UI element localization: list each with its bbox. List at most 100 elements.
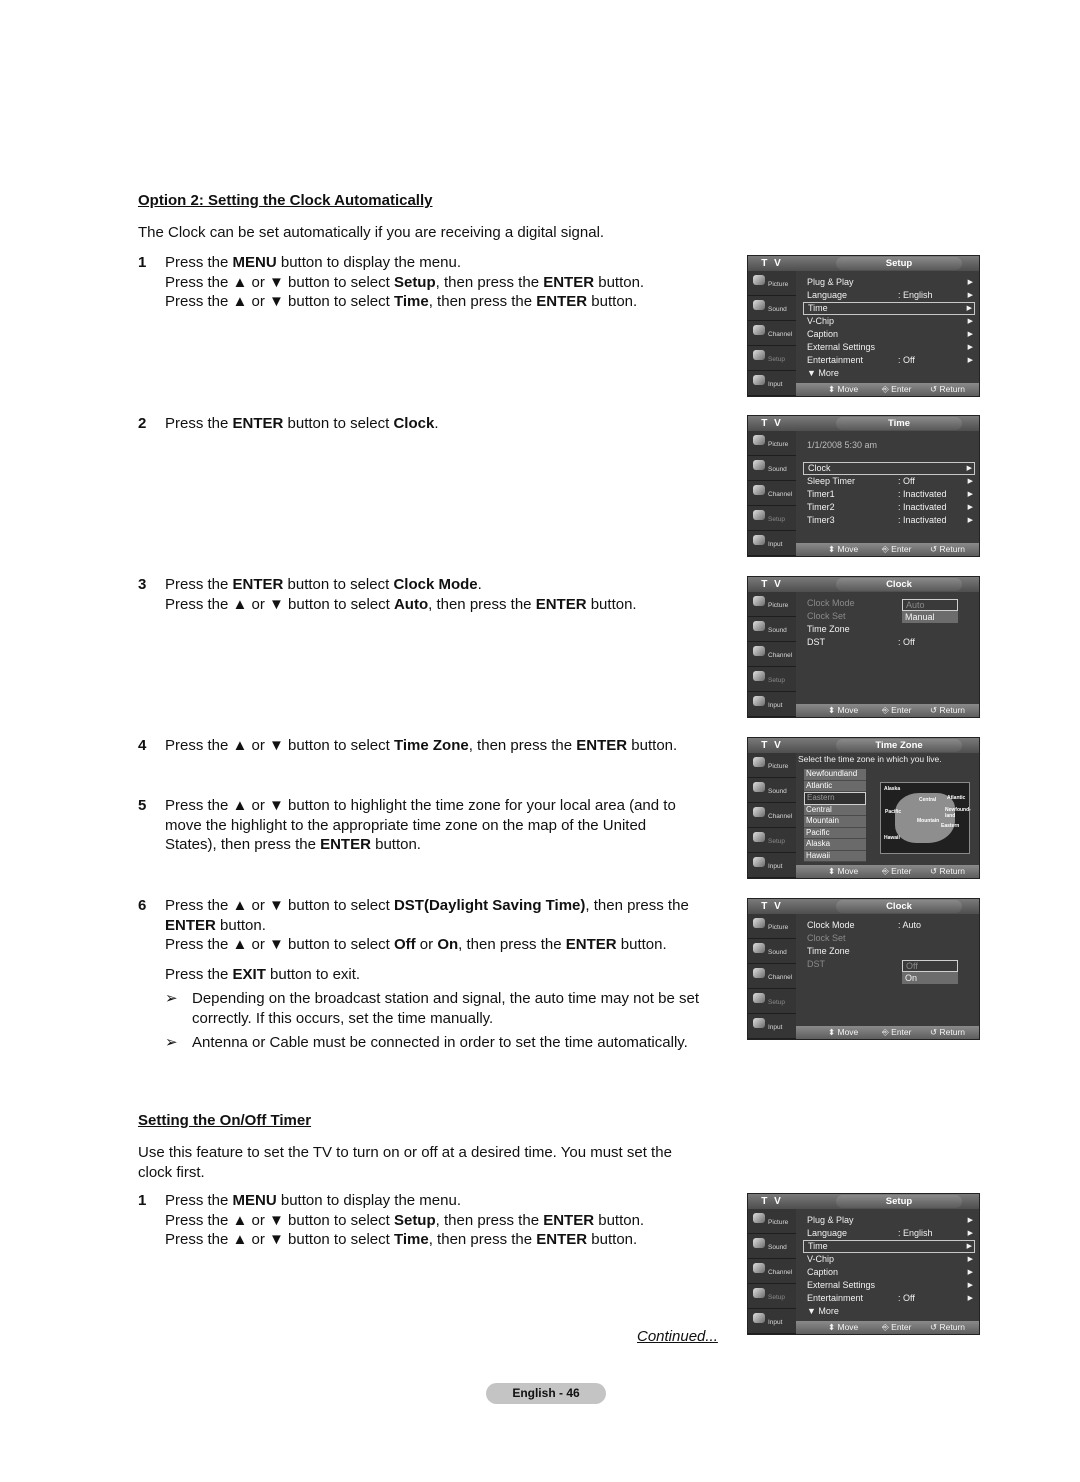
menu-item-value: : Off [898, 1293, 915, 1303]
osd-sidebar-item-setup[interactable]: Setup [748, 506, 796, 531]
time-zone-option[interactable]: Newfoundland [804, 769, 866, 781]
osd-sidebar-label: Picture [768, 924, 789, 931]
time-zone-option[interactable]: Eastern [804, 792, 866, 805]
osd-sidebar-item-setup[interactable]: Setup [748, 667, 796, 692]
osd-sidebar-item-channel[interactable]: Channel [748, 481, 796, 506]
menu-item-label: Entertainment [807, 1293, 864, 1303]
osd-sidebar-item-picture[interactable]: Picture [748, 753, 796, 778]
osd-menu-item[interactable]: External Settings ▶ [803, 341, 975, 354]
osd-sidebar-item-sound[interactable]: Sound [748, 1234, 796, 1259]
time-zone-prompt: Select the time zone in which you live. [798, 754, 942, 764]
osd-sidebar-item-input[interactable]: Input [748, 531, 796, 556]
osd-sidebar-item-setup[interactable]: Setup [748, 828, 796, 853]
osd-menu-item[interactable]: Time ▶ [803, 302, 975, 315]
osd-sidebar-item-sound[interactable]: Sound [748, 456, 796, 481]
osd-menu-item[interactable]: Language: English ▶ [803, 289, 975, 302]
text-run: . [477, 576, 482, 593]
time-zone-option[interactable]: Atlantic [804, 780, 866, 792]
osd-sidebar-item-picture[interactable]: Picture [748, 1209, 796, 1234]
osd-menu-item[interactable]: Entertainment: Off ▶ [803, 354, 975, 367]
osd-help-bar: ⬍ Move ⎆ Enter ↺ Return [796, 1321, 979, 1334]
osd-menu-item[interactable]: Clock Mode: Auto [803, 919, 975, 932]
move-hint: ⬍ Move [828, 1027, 859, 1037]
osd-menu-item[interactable]: V-Chip ▶ [803, 315, 975, 328]
osd-sidebar-item-input[interactable]: Input [748, 1309, 796, 1334]
map-label: Newfound-land [945, 807, 971, 819]
dropdown-option[interactable]: Off [902, 960, 958, 972]
chevron-right-icon: ▶ [967, 292, 973, 299]
dropdown-option[interactable]: On [902, 972, 958, 984]
time-zone-option[interactable]: Mountain [804, 816, 866, 828]
osd-sidebar-item-picture[interactable]: Picture [748, 431, 796, 456]
osd-sidebar-item-input[interactable]: Input [748, 853, 796, 878]
osd-sidebar-item-sound[interactable]: Sound [748, 296, 796, 321]
menu-item-label: V-Chip [807, 316, 835, 326]
keyword: Time [393, 1231, 429, 1248]
dropdown-option[interactable]: Auto [902, 599, 958, 611]
input-icon [753, 535, 765, 545]
osd-menu-item[interactable]: Time Zone [803, 623, 975, 636]
osd-menu-item[interactable]: Caption ▶ [803, 328, 975, 341]
osd-more-item[interactable]: ▼ More [803, 367, 975, 380]
osd-menu-item[interactable]: Clock ▶ [803, 462, 975, 475]
osd-menu-item[interactable]: Timer2: Inactivated ▶ [803, 501, 975, 514]
menu-item-value: : Off [898, 637, 915, 647]
osd-menu-item[interactable]: Sleep Timer: Off ▶ [803, 475, 975, 488]
osd-menu-item[interactable]: Timer1: Inactivated ▶ [803, 488, 975, 501]
channel-icon [753, 807, 765, 817]
osd-menu-item[interactable]: Caption ▶ [803, 1266, 975, 1279]
osd-menu-item[interactable]: Plug & Play ▶ [803, 276, 975, 289]
text-run: button. [587, 293, 638, 310]
move-hint: ⬍ Move [828, 544, 859, 554]
osd-option-dropdown[interactable]: Off On [902, 960, 958, 984]
osd-menu-item[interactable]: Plug & Play ▶ [803, 1214, 975, 1227]
osd-menu-item[interactable]: Timer3: Inactivated ▶ [803, 514, 975, 527]
text-run: Press the [165, 965, 233, 983]
osd-sidebar-item-sound[interactable]: Sound [748, 617, 796, 642]
osd-sidebar-item-input[interactable]: Input [748, 692, 796, 717]
osd-sidebar-item-channel[interactable]: Channel [748, 642, 796, 667]
dropdown-option[interactable]: Manual [902, 611, 958, 623]
osd-sidebar-item-setup[interactable]: Setup [748, 989, 796, 1014]
osd-sidebar-label: Sound [768, 466, 787, 473]
osd-menu-item[interactable]: External Settings ▶ [803, 1279, 975, 1292]
osd-sidebar-label: Channel [768, 652, 793, 659]
osd-sidebar-item-channel[interactable]: Channel [748, 803, 796, 828]
return-hint: ↺ Return [930, 544, 965, 554]
osd-sidebar-item-sound[interactable]: Sound [748, 778, 796, 803]
note-arrow-icon: ➢ [165, 1034, 178, 1051]
osd-sidebar-item-channel[interactable]: Channel [748, 321, 796, 346]
osd-sidebar-item-setup[interactable]: Setup [748, 346, 796, 371]
osd-menu-item[interactable]: V-Chip ▶ [803, 1253, 975, 1266]
osd-sidebar-item-sound[interactable]: Sound [748, 939, 796, 964]
tv-label: T V [761, 901, 783, 912]
osd-sidebar-item-input[interactable]: Input [748, 371, 796, 396]
osd-menu-item[interactable]: Time ▶ [803, 1240, 975, 1253]
more-label: More [818, 368, 839, 378]
osd-more-item[interactable]: ▼ More [803, 1305, 975, 1318]
osd-menu-item[interactable]: Entertainment: Off ▶ [803, 1292, 975, 1305]
osd-sidebar-item-picture[interactable]: Picture [748, 914, 796, 939]
osd-sidebar-item-channel[interactable]: Channel [748, 964, 796, 989]
instruction-line: Press the ▲ or ▼ button to select Setup,… [165, 1211, 718, 1231]
osd-sidebar-item-picture[interactable]: Picture [748, 271, 796, 296]
osd-menu-item[interactable]: DST: Off [803, 636, 975, 649]
time-zone-option[interactable]: Alaska [804, 839, 866, 851]
osd-option-dropdown[interactable]: Auto Manual [902, 599, 958, 623]
time-zone-option[interactable]: Central [804, 804, 866, 816]
map-label: Atlantic [947, 795, 966, 801]
osd-sidebar-item-channel[interactable]: Channel [748, 1259, 796, 1284]
osd-menu-item[interactable]: Time Zone [803, 945, 975, 958]
time-zone-option[interactable]: Hawaii [804, 850, 866, 862]
osd-menu-item[interactable]: Language: English ▶ [803, 1227, 975, 1240]
osd-sidebar-item-setup[interactable]: Setup [748, 1284, 796, 1309]
osd-menu-list: Plug & Play ▶ Language: English ▶ Time ▶ V-Chi… [803, 276, 975, 380]
time-zone-option[interactable]: Pacific [804, 827, 866, 839]
osd-sidebar-item-input[interactable]: Input [748, 1014, 796, 1039]
osd-sidebar-label: Sound [768, 627, 787, 634]
osd-sidebar-item-picture[interactable]: Picture [748, 592, 796, 617]
menu-item-label: Language [807, 290, 848, 300]
osd-menu-item[interactable]: Clock Set [803, 932, 975, 945]
osd-help-bar: ⬍ Move ⎆ Enter ↺ Return [796, 1026, 979, 1039]
menu-item-label: Sleep Timer [807, 476, 856, 486]
